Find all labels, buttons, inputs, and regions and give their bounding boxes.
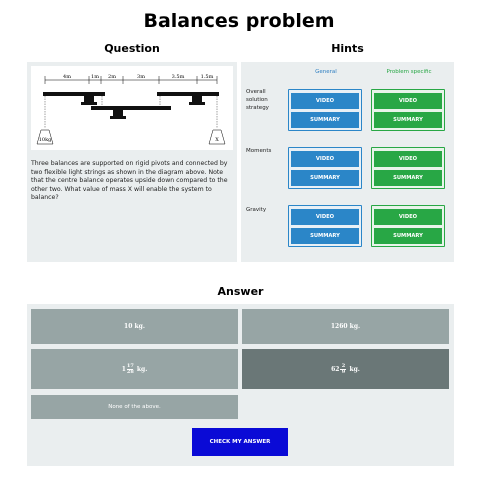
centre-beam	[91, 106, 171, 110]
moments-specific-group: VIDEO SUMMARY	[371, 147, 445, 189]
moments-general-summary-button[interactable]: SUMMARY	[291, 170, 359, 186]
question-text-line: two flexible light strings as shown in t…	[31, 168, 224, 176]
dim-label-4: 3m	[137, 74, 145, 80]
dim-label-5: 3.5m	[172, 74, 185, 80]
answer-option-a[interactable]: 10 kg.	[31, 309, 238, 344]
strategy-general-group: VIDEO SUMMARY	[288, 89, 362, 131]
option-c-unit: kg.	[136, 365, 148, 373]
gravity-general-group: VIDEO SUMMARY	[288, 205, 362, 247]
hint-row-label-moments: Moments	[246, 148, 272, 154]
moments-specific-video-button[interactable]: VIDEO	[374, 151, 442, 167]
row-label-line: solution	[246, 97, 268, 103]
strategy-specific-video-button[interactable]: VIDEO	[374, 93, 442, 109]
gravity-specific-video-button[interactable]: VIDEO	[374, 209, 442, 225]
answer-panel: 10 kg. 1260 kg. 1 17 28 kg. 62 2 9 kg. N…	[27, 304, 454, 466]
right-mass-label: X	[215, 137, 219, 143]
answer-heading: Answer	[217, 285, 264, 298]
strategy-general-summary-button[interactable]: SUMMARY	[291, 112, 359, 128]
moments-general-group: VIDEO SUMMARY	[288, 147, 362, 189]
row-label-line: Overall	[246, 89, 266, 95]
gravity-specific-summary-button[interactable]: SUMMARY	[374, 228, 442, 244]
row-label-line: strategy	[246, 105, 269, 111]
hint-row-label-gravity: Gravity	[246, 207, 267, 213]
question-heading: Question	[104, 42, 160, 55]
check-answer-button[interactable]: CHECK MY ANSWER	[192, 428, 288, 456]
option-c-denominator: 28	[126, 368, 134, 375]
hints-specific-header: Problem specific	[386, 69, 432, 75]
option-d-denominator: 9	[341, 368, 346, 375]
option-c-fraction: 17 28	[126, 363, 134, 375]
answer-option-d[interactable]: 62 2 9 kg.	[242, 349, 449, 389]
option-d-whole: 62	[331, 365, 340, 373]
question-text-line: other two. What value of mass X will ena…	[31, 185, 212, 193]
moments-specific-summary-button[interactable]: SUMMARY	[374, 170, 442, 186]
left-beam	[43, 92, 105, 96]
answer-option-c[interactable]: 1 17 28 kg.	[31, 349, 238, 389]
answer-option-e[interactable]: None of the above.	[31, 395, 238, 419]
left-mass-label: 10kg	[39, 137, 52, 143]
page-title: Balances problem	[143, 10, 335, 32]
question-text-line: that the centre balance operates upside …	[31, 177, 228, 185]
gravity-general-summary-button[interactable]: SUMMARY	[291, 228, 359, 244]
dim-label-6: 1.5m	[201, 74, 214, 80]
hints-general-header: General	[315, 69, 337, 75]
question-text-line: balance?	[31, 194, 59, 202]
dim-label-3: 2m	[108, 74, 116, 80]
dim-label-2: 1m	[91, 74, 99, 80]
hint-row-label-strategy: Overall solution strategy	[246, 88, 284, 112]
hints-heading: Hints	[331, 42, 364, 55]
strategy-specific-summary-button[interactable]: SUMMARY	[374, 112, 442, 128]
balance-diagram: 4m 1m 2m 3m 3.5m 1.5m 10kg X	[31, 66, 233, 150]
option-c-whole: 1	[121, 365, 126, 373]
option-d-unit: kg.	[349, 365, 360, 373]
question-panel: 4m 1m 2m 3m 3.5m 1.5m 10kg X Three balan…	[27, 62, 237, 262]
option-d-fraction: 2 9	[340, 363, 347, 375]
question-text: Three balances are supported on rigid pi…	[31, 160, 231, 203]
hints-panel: General Problem specific Overall solutio…	[241, 62, 454, 262]
strategy-general-video-button[interactable]: VIDEO	[291, 93, 359, 109]
gravity-specific-group: VIDEO SUMMARY	[371, 205, 445, 247]
answer-option-b[interactable]: 1260 kg.	[242, 309, 449, 344]
question-text-line: Three balances are supported on rigid pi…	[31, 160, 228, 167]
strategy-specific-group: VIDEO SUMMARY	[371, 89, 445, 131]
right-beam	[157, 92, 219, 96]
moments-general-video-button[interactable]: VIDEO	[291, 151, 359, 167]
dim-label-1: 4m	[63, 74, 71, 80]
gravity-general-video-button[interactable]: VIDEO	[291, 209, 359, 225]
